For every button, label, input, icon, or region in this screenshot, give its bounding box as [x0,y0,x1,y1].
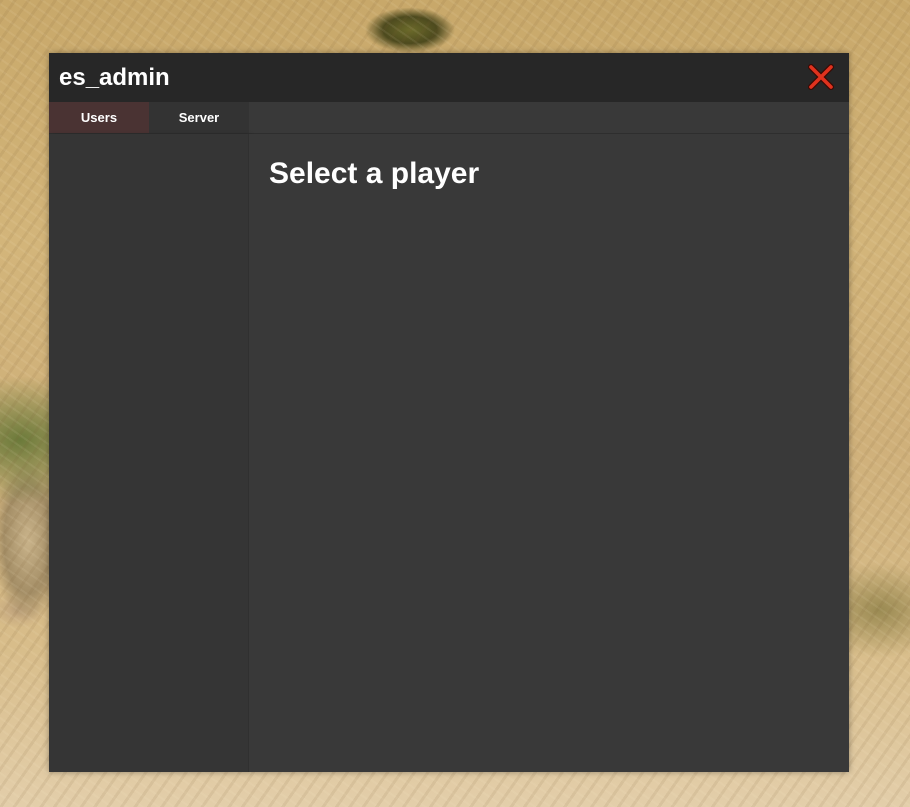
player-list-sidebar [49,134,249,772]
close-button[interactable] [807,63,835,91]
tab-bar: Users Server [49,102,849,134]
close-x-icon [808,64,834,90]
tab-users[interactable]: Users [49,102,149,133]
select-player-heading: Select a player [269,157,480,190]
player-detail-panel: Select a player [249,134,849,772]
admin-window: es_admin Users Server Select a player [49,53,849,772]
tab-server[interactable]: Server [149,102,249,133]
window-title: es_admin [59,64,170,91]
title-bar: es_admin [49,53,849,102]
